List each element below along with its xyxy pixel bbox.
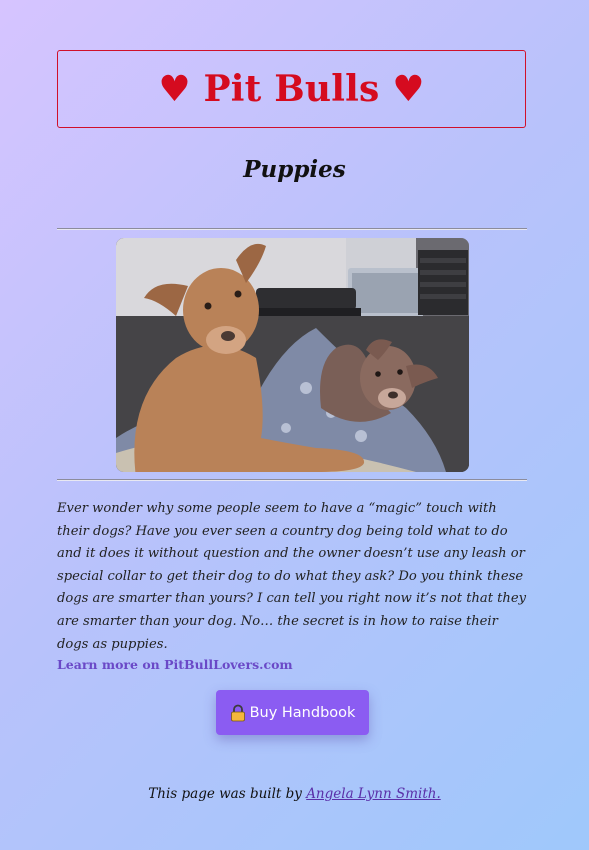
page-title: ♥ Pit Bulls ♥ [158,68,425,110]
author-link[interactable]: Angela Lynn Smith. [306,786,441,802]
title-banner: ♥ Pit Bulls ♥ [57,50,526,128]
buy-handbook-label: Buy Handbook [249,704,356,721]
page-footer: This page was built by Angela Lynn Smith… [0,786,589,802]
article-body: Ever wonder why some people seem to have… [57,501,526,652]
top-divider [57,228,527,230]
learn-more-link[interactable]: Learn more on PitBullLovers.com [57,657,293,672]
puppies-photo [116,238,469,472]
bottom-divider [57,479,527,481]
page-subtitle: Puppies [243,156,346,183]
buy-handbook-button[interactable]: Buy Handbook [216,690,369,735]
lock-icon [230,704,246,722]
footer-prefix: This page was built by [148,786,307,802]
